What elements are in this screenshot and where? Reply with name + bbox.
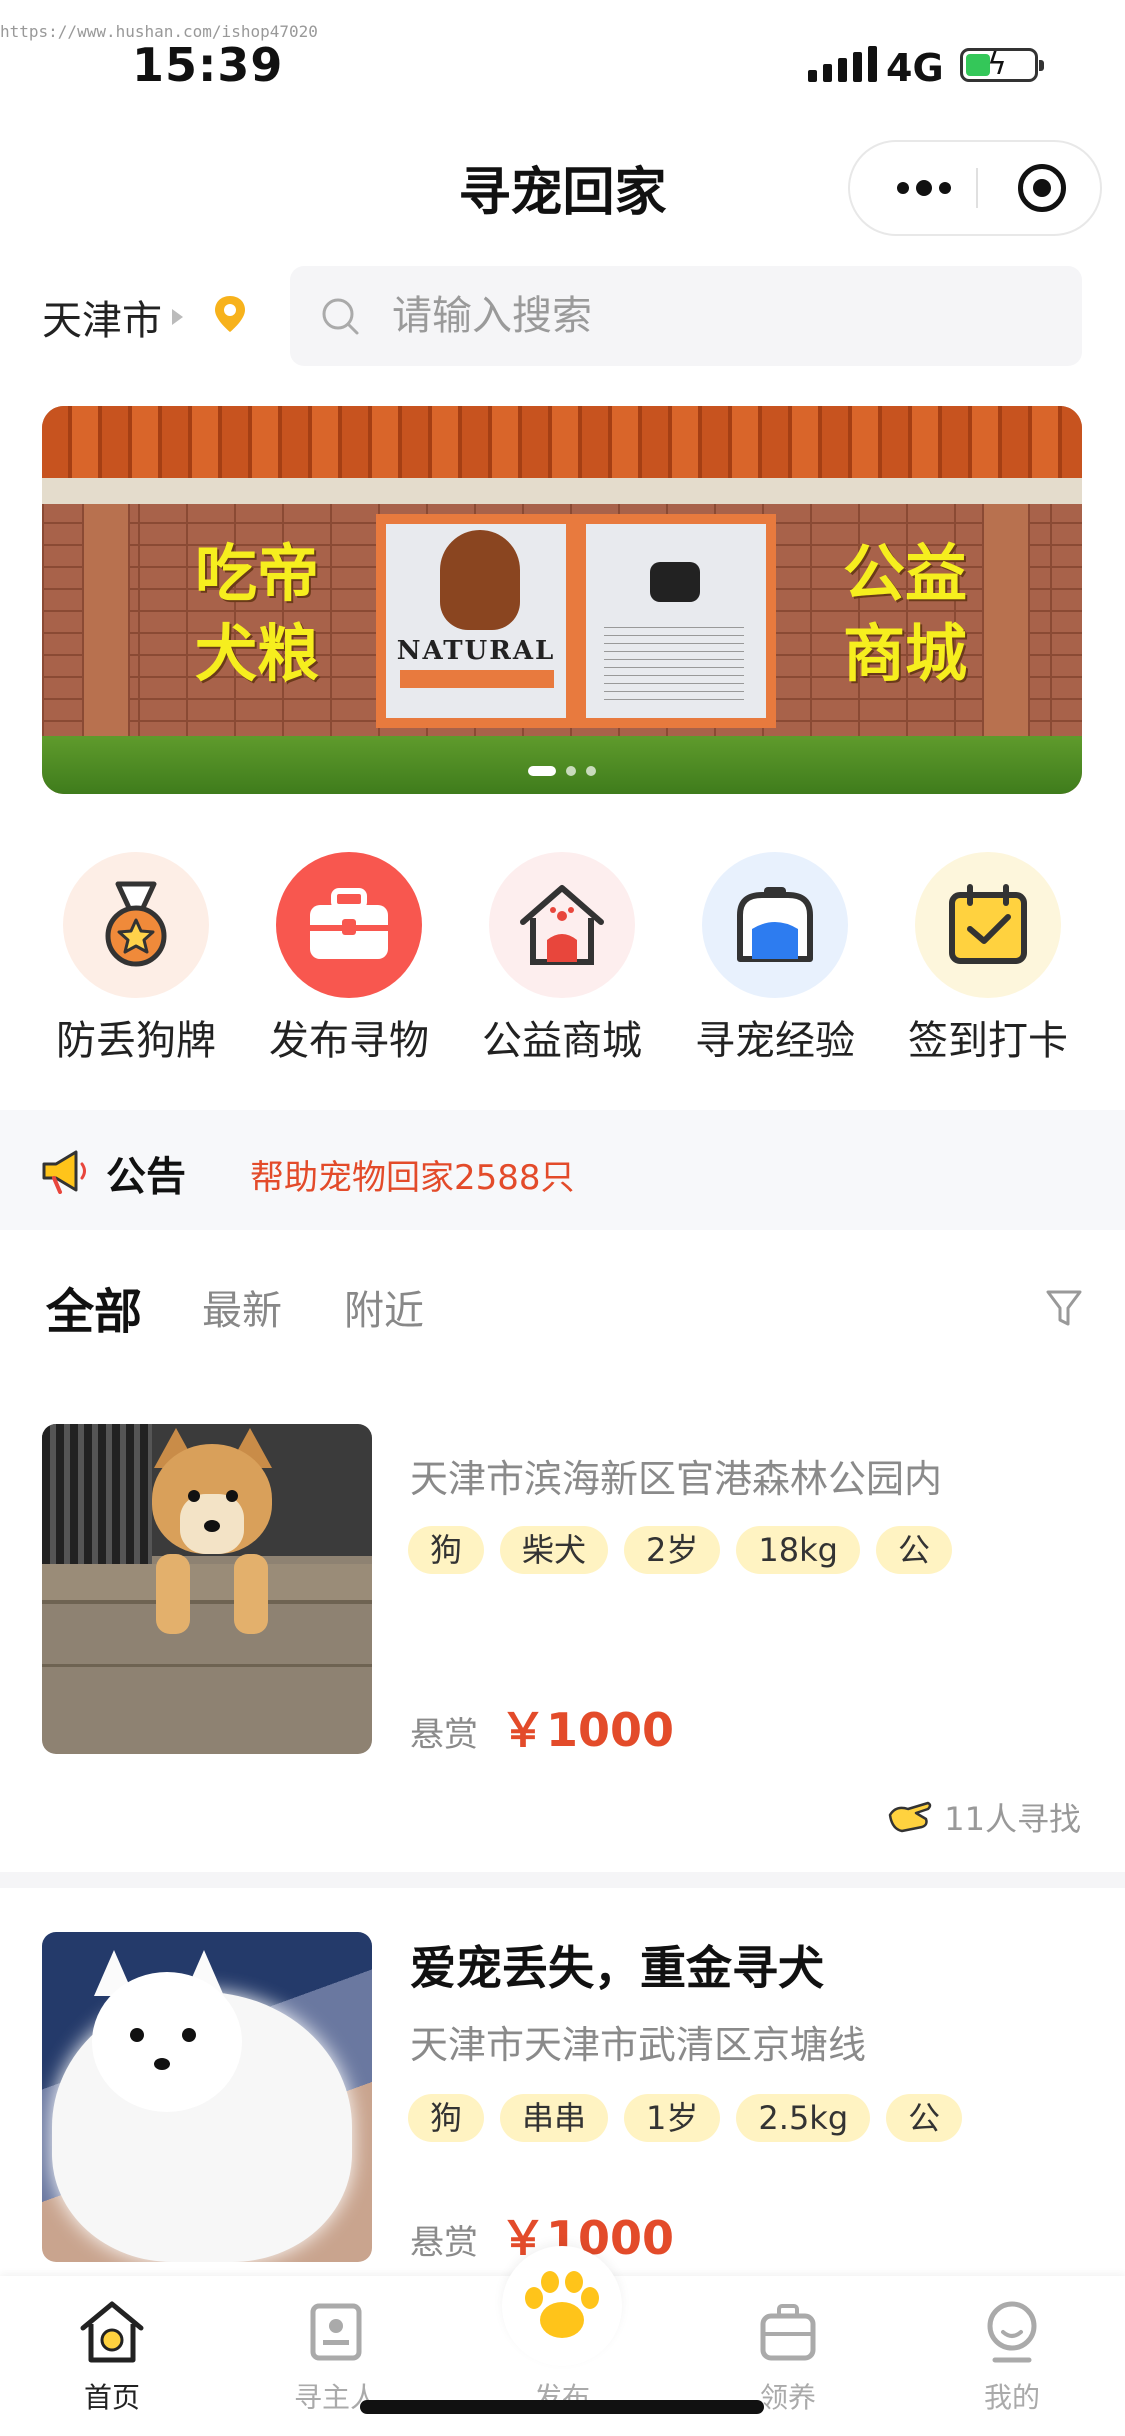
medal-icon <box>105 881 167 967</box>
tag: 狗 <box>408 1526 485 1574</box>
seekers-count: 11人寻找 <box>886 1794 1081 1840</box>
filter-tabs: 全部 最新 附近 <box>0 1268 1125 1358</box>
tab-find-owner[interactable]: 寻主人 <box>256 2296 416 2416</box>
post-tags: 狗 串串 1岁 2.5kg 公 <box>408 2094 963 2142</box>
search-bar[interactable] <box>290 266 1082 366</box>
menu-label: 公益商城 <box>482 1018 642 1064</box>
post-address: 天津市滨海新区官港森林公园内 <box>410 1457 943 1501</box>
post-address: 天津市天津市武清区京塘线 <box>410 2023 867 2067</box>
location-pin-icon[interactable] <box>212 294 248 334</box>
calendar-check-icon <box>949 884 1027 964</box>
quick-menu: 防丢狗牌 发布寻物 公益商城 寻宠经验 签到打卡 <box>0 852 1125 1072</box>
close-miniprogram-icon[interactable] <box>1018 164 1066 212</box>
menu-label: 寻宠经验 <box>695 1018 855 1064</box>
reward-amount: ￥1000 <box>500 1703 675 1757</box>
network-type: 4G <box>886 46 944 90</box>
banner-slogan-right: 公益 商城 <box>842 537 967 690</box>
city-label: 天津市 <box>42 298 162 344</box>
status-time: 15:39 <box>132 38 284 92</box>
tab-latest[interactable]: 最新 <box>202 1278 282 1336</box>
dog-food-bag-back <box>576 514 776 728</box>
menu-label: 签到打卡 <box>908 1018 1068 1064</box>
pet-carrier-icon <box>737 887 813 962</box>
tag: 1岁 <box>624 2094 721 2142</box>
battery-icon: ϟ <box>960 48 1044 82</box>
home-indicator <box>360 2400 764 2414</box>
menu-item-checkin[interactable]: 签到打卡 <box>888 852 1088 1066</box>
search-input[interactable] <box>392 284 1052 348</box>
paw-icon <box>525 2271 599 2338</box>
miniprogram-capsule <box>848 140 1102 236</box>
notice-title: 公告 <box>106 1154 186 1200</box>
id-card-icon <box>310 2303 362 2361</box>
tag: 狗 <box>408 2094 485 2142</box>
banner-slogan-left: 吃帝 犬粮 <box>194 537 319 690</box>
menu-item-charity-store[interactable]: 公益商城 <box>462 852 662 1066</box>
notice-bar[interactable]: 公告 帮助宠物回家2588只 <box>0 1110 1125 1230</box>
pet-house-icon <box>520 885 604 965</box>
home-icon <box>80 2301 144 2363</box>
post-tags: 狗 柴犬 2岁 18kg 公 <box>408 1526 952 1574</box>
briefcase-icon <box>310 888 388 959</box>
carrier-icon <box>760 2304 816 2361</box>
notice-text: 帮助宠物回家2588只 <box>250 1158 575 1198</box>
tab-publish[interactable] <box>502 2246 622 2366</box>
promo-banner[interactable]: 吃帝 犬粮 NATURAL 公益 商城 <box>42 406 1082 794</box>
search-icon <box>322 298 359 335</box>
tab-home[interactable]: 首页 <box>32 2296 192 2416</box>
spitz-photo <box>42 1932 372 2262</box>
tag: 2.5kg <box>736 2094 871 2142</box>
menu-label: 发布寻物 <box>269 1018 429 1064</box>
menu-label: 防丢狗牌 <box>56 1018 216 1064</box>
post-title: 爱宠丢失，重金寻犬 <box>410 1941 824 1995</box>
more-icon[interactable] <box>880 142 968 234</box>
city-selector[interactable]: 天津市 <box>42 288 183 346</box>
tab-adopt[interactable]: 领养 <box>708 2296 868 2416</box>
banner-indicator <box>42 766 1082 776</box>
tag: 2岁 <box>624 1526 721 1574</box>
menu-item-experience[interactable]: 寻宠经验 <box>675 852 875 1066</box>
tab-nearby[interactable]: 附近 <box>344 1278 424 1336</box>
dog-food-bag-front: NATURAL <box>376 514 576 728</box>
divider <box>0 1872 1125 1888</box>
shiba-photo <box>42 1424 372 1754</box>
tab-all[interactable]: 全部 <box>46 1272 142 1342</box>
user-icon <box>987 2301 1037 2363</box>
tag: 18kg <box>736 1526 860 1574</box>
tag: 串串 <box>500 2094 609 2142</box>
status-bar: 15:39 4G ϟ <box>0 0 1125 120</box>
tag: 公 <box>886 2094 963 2142</box>
menu-item-dog-tag[interactable]: 防丢狗牌 <box>36 852 236 1066</box>
tab-mine[interactable]: 我的 <box>932 2296 1092 2416</box>
signal-icon <box>808 44 877 82</box>
menu-item-post-lost[interactable]: 发布寻物 <box>249 852 449 1066</box>
post-reward: 悬赏 ￥1000 <box>410 1694 674 1760</box>
filter-icon[interactable] <box>1044 1286 1084 1330</box>
megaphone-icon <box>42 1150 86 1194</box>
tag: 公 <box>875 1526 952 1574</box>
caret-right-icon <box>172 309 183 325</box>
hand-wave-icon <box>889 1801 932 1833</box>
tag: 柴犬 <box>500 1526 609 1574</box>
